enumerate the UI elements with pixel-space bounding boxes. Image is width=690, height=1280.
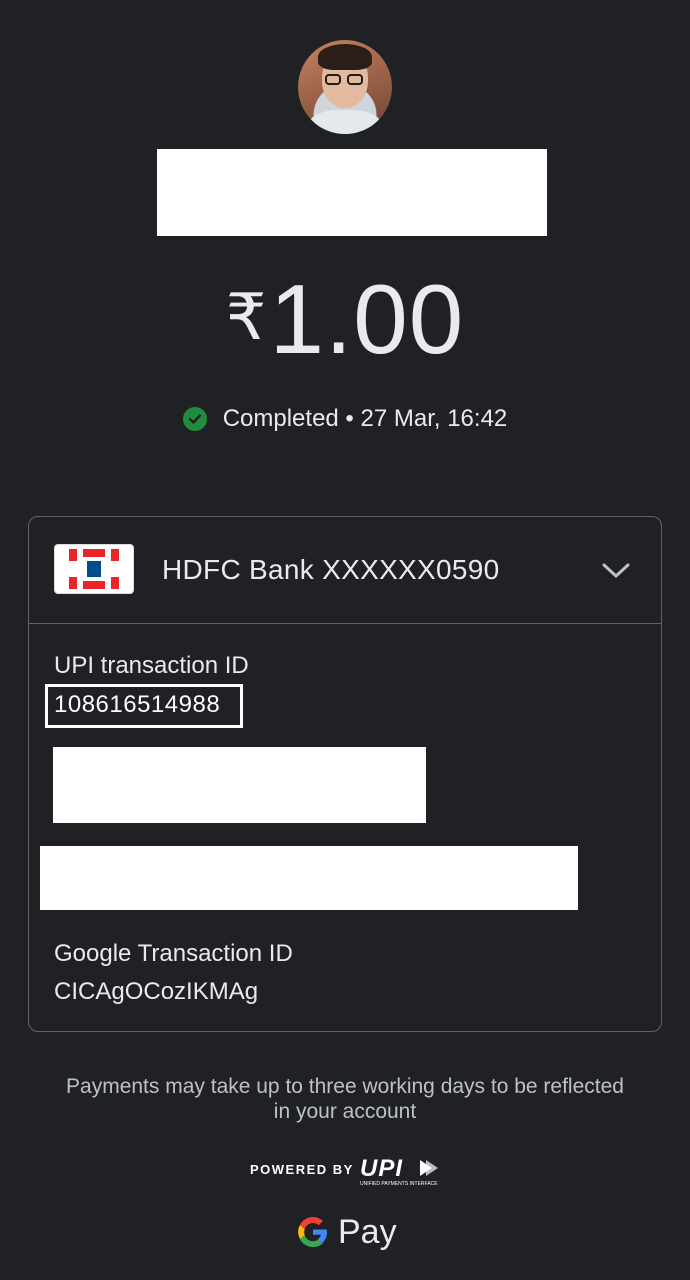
bank-account-name: HDFC Bank XXXXXX0590 — [162, 554, 500, 585]
svg-text:UNIFIED PAYMENTS INTERFACE: UNIFIED PAYMENTS INTERFACE — [360, 1181, 438, 1187]
card-divider — [29, 623, 661, 624]
svg-text:UPI: UPI — [360, 1155, 403, 1182]
hdfc-bank-logo — [54, 544, 134, 594]
status-text: Completed • 27 Mar, 16:42 — [222, 405, 508, 432]
payment-status: Completed • 27 Mar, 16:42 — [0, 402, 690, 436]
google-transaction-id-value: CICAgOCozIKMAg — [54, 978, 259, 1005]
amount-value: 1.00 — [269, 264, 465, 374]
payment-amount: ₹1.00 — [0, 262, 690, 374]
google-transaction-id-label: Google Transaction ID — [54, 940, 293, 967]
payee-avatar — [298, 40, 392, 134]
upi-transaction-id-value: 108616514988 — [54, 691, 221, 718]
powered-by-label: POWERED BY — [250, 1162, 354, 1177]
check-circle-icon — [182, 407, 207, 431]
upi-transaction-id-label: UPI transaction ID — [54, 652, 249, 679]
chevron-down-icon[interactable] — [600, 556, 632, 584]
upi-logo: UPI UNIFIED PAYMENTS INTERFACE — [358, 1154, 442, 1188]
gpay-logo: Pay — [296, 1210, 406, 1254]
gpay-text: Pay — [338, 1212, 397, 1251]
redacted-payee-name — [157, 149, 547, 236]
settlement-note: Payments may take up to three working da… — [66, 1075, 624, 1123]
redacted-field-2 — [40, 846, 578, 910]
currency-symbol: ₹ — [225, 281, 268, 353]
google-g-icon — [298, 1217, 327, 1247]
redacted-field-1 — [53, 747, 426, 823]
